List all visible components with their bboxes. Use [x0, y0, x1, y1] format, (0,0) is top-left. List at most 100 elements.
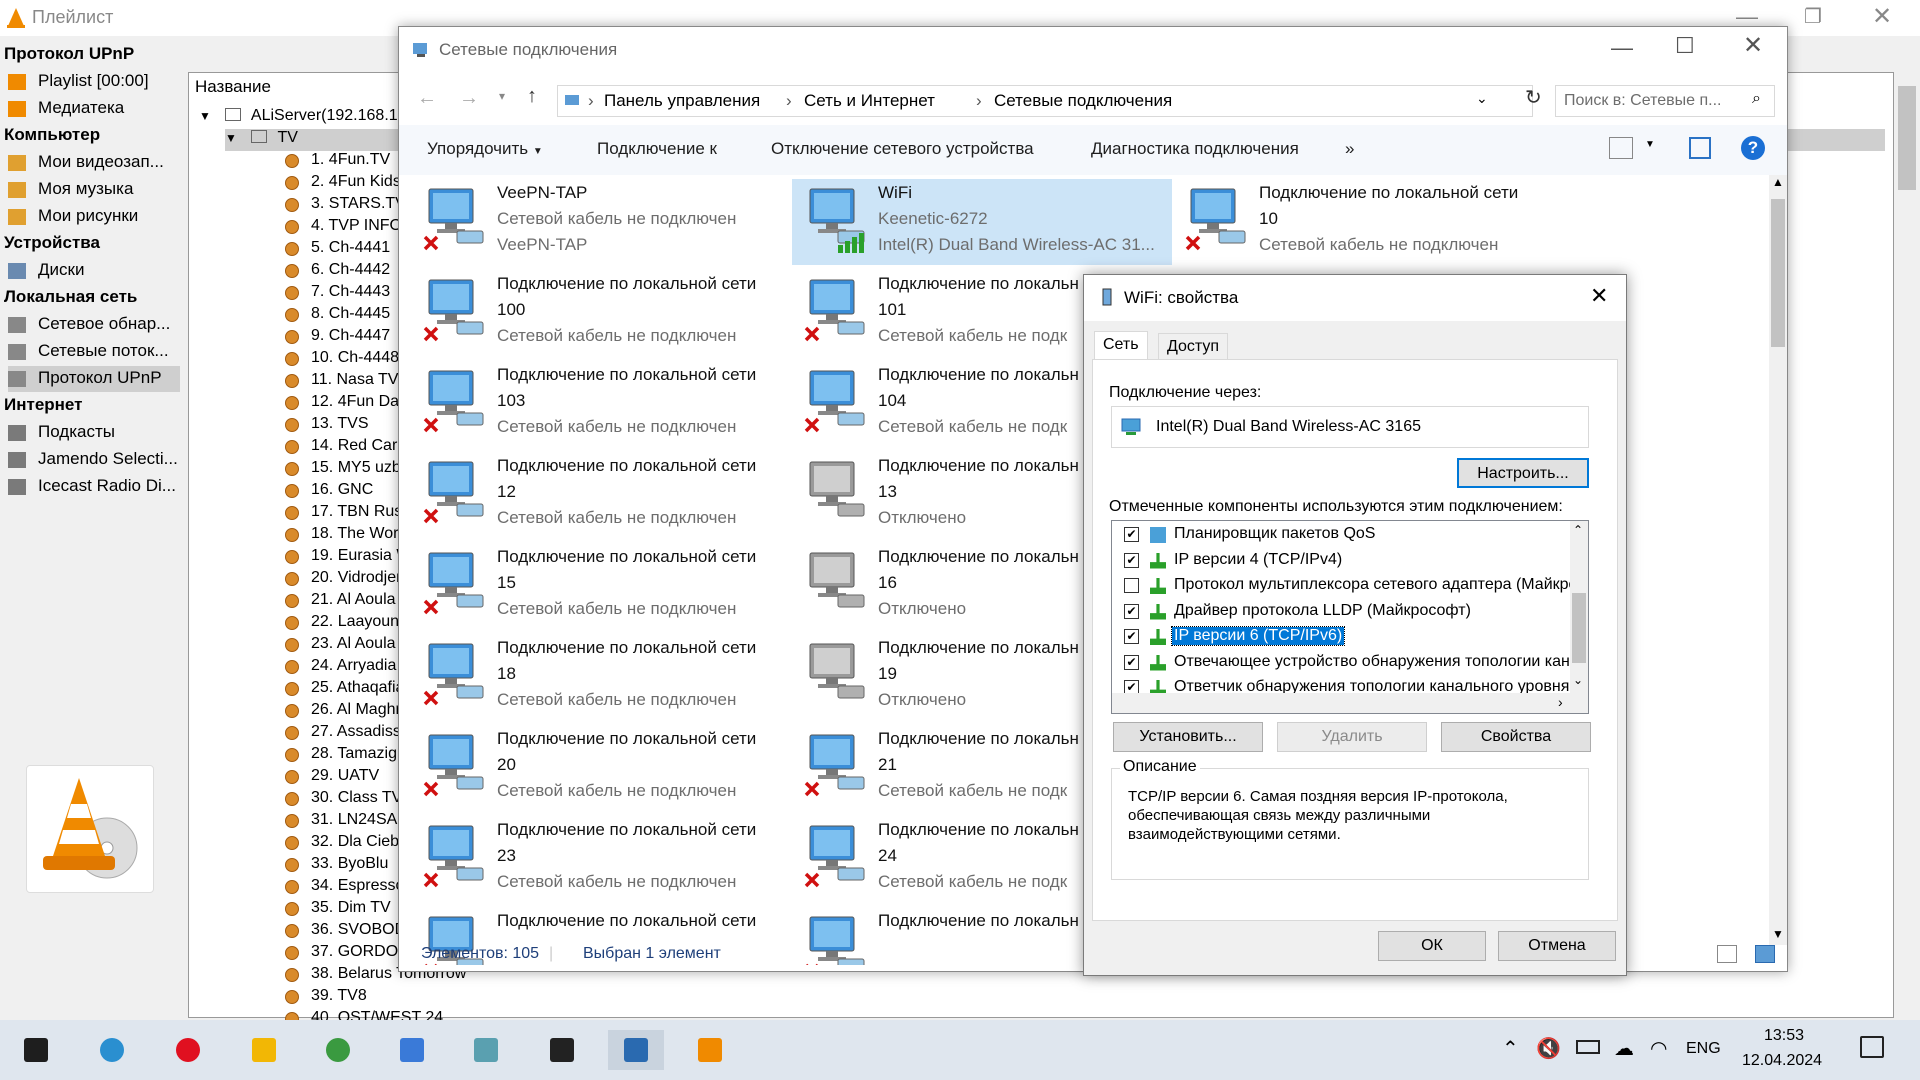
channel-item[interactable]: 4. TVP INFO: [285, 217, 402, 239]
sidebar-item[interactable]: Медиатека: [8, 96, 180, 122]
tiles-view-icon[interactable]: [1755, 945, 1775, 963]
forward-button[interactable]: →: [459, 87, 479, 110]
channel-item[interactable]: 9. Ch-4447: [285, 327, 390, 349]
maximize-button[interactable]: ☐: [1675, 33, 1695, 59]
channel-item[interactable]: 30. Class TV: [285, 789, 402, 811]
channel-item[interactable]: 33. ByoBlu: [285, 855, 388, 877]
show-hidden-icons[interactable]: ⌃: [1502, 1036, 1519, 1061]
close-button[interactable]: ✕: [1872, 2, 1892, 31]
channel-item[interactable]: 3. STARS.TV: [285, 195, 406, 217]
volume-muted-icon[interactable]: 🔇: [1536, 1036, 1561, 1061]
diagnose-button[interactable]: Диагностика подключения: [1091, 139, 1299, 159]
address-bar[interactable]: › Панель управления › Сеть и Интернет › …: [557, 85, 1533, 117]
notifications-icon[interactable]: [1860, 1036, 1884, 1058]
vlc-scrollbar[interactable]: [1894, 64, 1920, 1020]
channel-item[interactable]: 14. Red Carp: [285, 437, 406, 459]
connect-to-button[interactable]: Подключение к: [597, 139, 717, 159]
close-button[interactable]: ✕: [1590, 283, 1608, 309]
settings-icon[interactable]: [542, 1030, 582, 1070]
cloud-icon[interactable]: ☁: [1614, 1036, 1634, 1061]
channel-item[interactable]: 26. Al Maghr: [285, 701, 401, 723]
component-item[interactable]: ✔ IP версии 6 (TCP/IPv6): [1112, 625, 1568, 649]
component-item[interactable]: Протокол мультиплексора сетевого адаптер…: [1112, 574, 1588, 598]
channel-item[interactable]: 37. GORDON: [285, 943, 410, 965]
channel-item[interactable]: 11. Nasa TV: [285, 371, 398, 393]
channel-item[interactable]: 22. Laayoune: [285, 613, 408, 635]
column-header-name[interactable]: Название: [195, 77, 271, 97]
component-checkbox[interactable]: ✔: [1124, 654, 1139, 670]
scroll-up-icon[interactable]: ⌃: [1573, 523, 1583, 537]
sidebar-item[interactable]: Мои видеозап...: [8, 150, 180, 176]
component-item[interactable]: ✔ Отвечающее устройство обнаружения топол…: [1112, 651, 1588, 675]
connection-tile[interactable]: Подключение по локальной сети 10 Сетевой к…: [1173, 179, 1553, 265]
channel-item[interactable]: 36. SVOBOD: [285, 921, 406, 943]
more-commands-button[interactable]: »: [1345, 139, 1354, 159]
tab-sharing[interactable]: Доступ: [1158, 333, 1229, 361]
sidebar-item[interactable]: Сетевое обнар...: [8, 312, 180, 338]
channel-item[interactable]: 25. Athaqafia: [285, 679, 404, 701]
scroll-thumb[interactable]: [1898, 86, 1916, 190]
channel-item[interactable]: 12. 4Fun Dar: [285, 393, 404, 415]
channel-item[interactable]: 35. Dim TV: [285, 899, 391, 921]
details-view-icon[interactable]: [1717, 945, 1737, 963]
wifi-icon[interactable]: ◠: [1650, 1036, 1667, 1061]
channel-item[interactable]: 21. Al Aoula: [285, 591, 396, 613]
connection-tile[interactable]: Подключение по локальной сети 18 Сетевой к…: [411, 634, 791, 720]
sidebar-item[interactable]: Подкасты: [8, 420, 180, 446]
component-item[interactable]: ✔ Драйвер протокола LLDP (Майкрософт): [1112, 600, 1568, 624]
cancel-button[interactable]: Отмена: [1498, 931, 1616, 961]
recent-locations-button[interactable]: ▾: [499, 89, 505, 103]
connection-tile[interactable]: Подключение по локальной сети 15 Сетевой к…: [411, 543, 791, 629]
tree-server[interactable]: ▼ ALiServer(192.168.1.: [199, 107, 402, 129]
sidebar-item[interactable]: Протокол UPnP: [8, 366, 180, 392]
channel-item[interactable]: 31. LN24SA: [285, 811, 397, 833]
sidebar-item[interactable]: Playlist [00:00]: [8, 69, 180, 95]
channel-item[interactable]: 27. Assadiss: [285, 723, 401, 745]
channel-item[interactable]: 8. Ch-4445: [285, 305, 390, 327]
channel-item[interactable]: 34. Espresso: [285, 877, 404, 899]
channel-item[interactable]: 10. Ch-4448: [285, 349, 399, 371]
connection-tile[interactable]: Подключение по локальной сети 103 Сетевой …: [411, 361, 791, 447]
language-indicator[interactable]: ENG: [1686, 1040, 1721, 1058]
preview-pane-icon[interactable]: [1689, 137, 1711, 159]
component-checkbox[interactable]: ✔: [1124, 629, 1139, 644]
chrome-icon[interactable]: [318, 1030, 358, 1070]
channel-item[interactable]: 19. Eurasia W: [285, 547, 411, 569]
connection-tile[interactable]: Подключение по локальной сети 100 Сетевой …: [411, 270, 791, 356]
channel-item[interactable]: 20. Vidrodjer: [285, 569, 401, 591]
sidebar-item[interactable]: Сетевые поток...: [8, 339, 180, 365]
clock-date[interactable]: 12.04.2024: [1742, 1052, 1822, 1070]
copilot-icon[interactable]: [392, 1030, 432, 1070]
breadcrumb-network-connections[interactable]: Сетевые подключения: [994, 91, 1172, 111]
connection-tile[interactable]: Подключение по локальной сети 23 Сетевой к…: [411, 816, 791, 902]
chevron-down-icon[interactable]: ⌄: [1476, 90, 1488, 107]
network-connections-icon[interactable]: [608, 1030, 664, 1070]
scroll-thumb[interactable]: [1771, 199, 1785, 347]
channel-item[interactable]: 5. Ch-4441: [285, 239, 390, 261]
explorer-scrollbar[interactable]: ▲ ▼: [1769, 175, 1787, 945]
scroll-up-icon[interactable]: ▲: [1772, 175, 1784, 189]
minimize-button[interactable]: —: [1611, 35, 1633, 61]
uninstall-button[interactable]: Удалить: [1277, 722, 1427, 752]
components-hscrollbar[interactable]: ›: [1112, 693, 1588, 713]
channel-item[interactable]: 23. Al Aoula: [285, 635, 396, 657]
up-button[interactable]: ↑: [527, 85, 537, 108]
channel-item[interactable]: 17. TBN Rus: [285, 503, 402, 525]
sidebar-item[interactable]: Мои рисунки: [8, 204, 180, 230]
channel-item[interactable]: 18. The Wor: [285, 525, 398, 547]
change-view-icon[interactable]: [1609, 137, 1633, 159]
component-item[interactable]: ✔ Планировщик пакетов QoS: [1112, 523, 1568, 547]
refresh-button[interactable]: ↻: [1525, 85, 1542, 110]
channel-item[interactable]: 39. TV8: [285, 987, 367, 1009]
disable-device-button[interactable]: Отключение сетевого устройства: [771, 139, 1034, 159]
breadcrumb-control-panel[interactable]: Панель управления: [604, 91, 760, 111]
breadcrumb-network-internet[interactable]: Сеть и Интернет: [804, 91, 935, 111]
back-button[interactable]: ←: [417, 87, 437, 110]
component-checkbox[interactable]: [1124, 578, 1139, 593]
component-item[interactable]: ✔ IP версии 4 (TCP/IPv4): [1112, 549, 1568, 573]
scroll-down-icon[interactable]: ⌄: [1573, 673, 1583, 687]
connection-tile[interactable]: Подключение по локальной сети 12 Сетевой к…: [411, 452, 791, 538]
component-checkbox[interactable]: ✔: [1124, 603, 1139, 619]
clock-time[interactable]: 13:53: [1764, 1027, 1804, 1045]
tab-network[interactable]: Сеть: [1094, 331, 1148, 361]
